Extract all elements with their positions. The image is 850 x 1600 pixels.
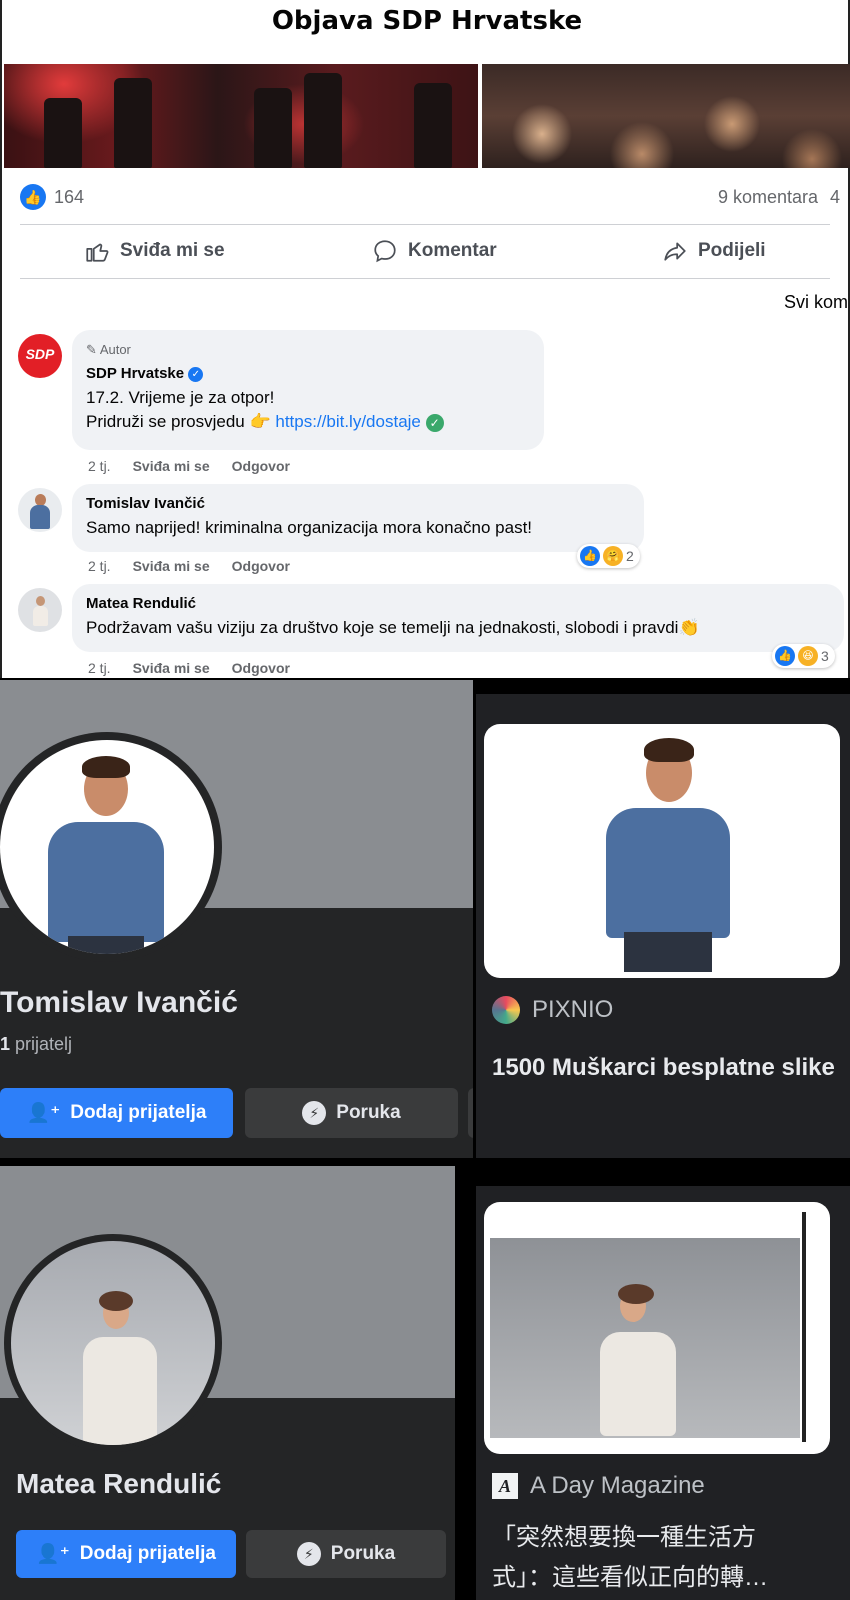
- author-tag-label: Autor: [99, 342, 131, 357]
- friends-count: 1: [0, 1034, 11, 1054]
- sdp-logo: SDP: [25, 346, 55, 362]
- message-label: Poruka: [336, 1102, 401, 1123]
- like-count: 164: [54, 187, 85, 207]
- comment-text: 17.2. Vrijeme je za otpor!: [86, 388, 275, 407]
- avatar[interactable]: [18, 588, 62, 632]
- facebook-post: Objava SDP Hrvatske 👍 164 9 komentara 4 …: [0, 0, 850, 678]
- comment-reply-button[interactable]: Odgovor: [232, 660, 290, 676]
- verified-icon: ✓: [188, 366, 204, 382]
- image-result-pixnio[interactable]: PIXNIO 1500 Muškarci besplatne slike: [476, 694, 850, 1158]
- messenger-icon: ⚡: [302, 1101, 327, 1125]
- share-button-label: Podijeli: [698, 240, 766, 261]
- add-friend-label: Dodaj prijatelja: [79, 1543, 216, 1564]
- comment-like-button[interactable]: Sviđa mi se: [133, 458, 210, 474]
- add-friend-button[interactable]: 👤⁺ Dodaj prijatelja: [16, 1530, 236, 1578]
- comment-like-button[interactable]: Sviđa mi se: [133, 558, 210, 574]
- comment-reply-button[interactable]: Odgovor: [232, 558, 290, 574]
- profile-name: Matea Rendulić: [16, 1468, 222, 1499]
- post-title: Objava SDP Hrvatske: [271, 6, 583, 36]
- comment-bubble: Tomislav Ivančić Samo naprijed! kriminal…: [72, 484, 644, 552]
- share-button[interactable]: Podijeli: [662, 238, 766, 264]
- check-icon: ✓: [425, 413, 444, 432]
- post-photo-right[interactable]: [482, 64, 850, 168]
- comment-link[interactable]: https://bit.ly/dostaje: [275, 412, 421, 431]
- like-button-label: Sviđa mi se: [120, 240, 225, 261]
- comment-meta: 2 tj. Sviđa mi se Odgovor: [88, 558, 290, 574]
- result-source-name: A Day Magazine: [530, 1472, 705, 1499]
- comment-text: Podržavam vašu viziju za društvo koje se…: [86, 618, 700, 637]
- pencil-icon: ✎: [86, 342, 97, 357]
- add-friend-button[interactable]: 👤⁺ Dodaj prijatelja: [0, 1088, 233, 1138]
- result-title[interactable]: 「突然想要換一種生活方式」：這些看似正向的轉…: [492, 1518, 812, 1598]
- add-friend-label: Dodaj prijatelja: [70, 1102, 207, 1123]
- result-thumbnail[interactable]: [484, 724, 840, 978]
- post-actions: Sviđa mi se Komentar Podijeli: [2, 232, 850, 276]
- message-button[interactable]: ⚡ Poruka: [245, 1088, 458, 1138]
- comment-time[interactable]: 2 tj.: [88, 660, 111, 676]
- care-icon: 🤗: [603, 546, 623, 566]
- avatar[interactable]: [18, 488, 62, 532]
- share-icon: [664, 242, 686, 261]
- avatar[interactable]: SDP: [18, 334, 62, 378]
- friends-label: prijatelj: [10, 1034, 73, 1054]
- profile-picture[interactable]: [11, 1241, 215, 1445]
- comment-reactions[interactable]: 👍 🤗 2: [577, 544, 640, 568]
- reaction-count: 3: [821, 648, 829, 664]
- comment-reactions[interactable]: 👍 😆 3: [772, 644, 835, 668]
- profile-friends[interactable]: 1 prijatelj: [0, 1034, 72, 1055]
- comment-author-name[interactable]: Matea Rendulić: [86, 592, 830, 616]
- add-friend-icon: 👤⁺: [36, 1544, 70, 1565]
- like-icon: 👍: [580, 546, 600, 566]
- comment-button[interactable]: Komentar: [372, 238, 497, 264]
- messenger-icon: ⚡: [296, 1542, 321, 1566]
- comment-bubble: Matea Rendulić Podržavam vašu viziju za …: [72, 584, 844, 652]
- message-button[interactable]: ⚡ Poruka: [246, 1530, 446, 1578]
- comment-like-button[interactable]: Sviđa mi se: [133, 660, 210, 676]
- result-source[interactable]: PIXNIO: [492, 996, 613, 1024]
- haha-icon: 😆: [798, 646, 818, 666]
- pixnio-icon: [492, 996, 520, 1024]
- comment-filter[interactable]: Svi kom: [784, 292, 848, 313]
- comment-bubble: ✎ Autor SDP Hrvatske ✓ 17.2. Vrijeme je …: [72, 330, 544, 450]
- more-button[interactable]: [468, 1088, 473, 1138]
- result-source-name: PIXNIO: [532, 996, 614, 1023]
- profile-card-tomislav: Tomislav Ivančić 1 prijatelj 👤⁺ Dodaj pr…: [0, 680, 473, 1158]
- comment-button-label: Komentar: [408, 240, 497, 261]
- comment-icon: [374, 240, 396, 263]
- reaction-count: 2: [626, 548, 634, 564]
- profile-picture[interactable]: [0, 740, 214, 954]
- comment-text-line2: Pridruži se prosvjedu 👉 https://bit.ly/d…: [86, 410, 530, 434]
- post-photo-left[interactable]: [4, 64, 478, 168]
- comment-text: Samo naprijed! kriminalna organizacija m…: [86, 518, 533, 537]
- reactions-summary[interactable]: 👍 164 9 komentara 4: [20, 184, 848, 212]
- comment-reply-button[interactable]: Odgovor: [232, 458, 290, 474]
- image-result-aday[interactable]: A A Day Magazine 「突然想要換一種生活方式」：這些看似正向的轉…: [476, 1186, 850, 1600]
- comment-author-name[interactable]: Tomislav Ivančić: [86, 492, 630, 516]
- comment-meta: 2 tj. Sviđa mi se Odgovor: [88, 458, 290, 474]
- comments-count[interactable]: 9 komentara: [718, 187, 818, 208]
- like-button[interactable]: Sviđa mi se: [84, 238, 225, 264]
- comment-time[interactable]: 2 tj.: [88, 558, 111, 574]
- comment-meta: 2 tj. Sviđa mi se Odgovor: [88, 660, 290, 676]
- profile-card-matea: Matea Rendulić 👤⁺ Dodaj prijatelja ⚡ Por…: [0, 1166, 455, 1600]
- result-thumbnail[interactable]: [484, 1202, 830, 1454]
- profile-name: Tomislav Ivančić: [0, 986, 238, 1019]
- message-label: Poruka: [330, 1543, 396, 1564]
- result-source[interactable]: A A Day Magazine: [492, 1472, 705, 1500]
- comment-author-name: SDP Hrvatske: [86, 365, 185, 382]
- like-icon: [86, 243, 109, 262]
- comment-author[interactable]: SDP Hrvatske ✓: [86, 362, 530, 386]
- comment-time[interactable]: 2 tj.: [88, 458, 111, 474]
- add-friend-icon: 👤⁺: [26, 1103, 61, 1124]
- a-day-magazine-icon: A: [492, 1473, 518, 1499]
- comment-text-prefix: Pridruži se prosvjedu 👉: [86, 412, 276, 431]
- like-icon: 👍: [775, 646, 795, 666]
- author-tag: ✎ Autor: [86, 338, 530, 362]
- shares-count-cut: 4: [830, 187, 841, 207]
- like-icon: 👍: [20, 184, 46, 210]
- result-title[interactable]: 1500 Muškarci besplatne slike: [492, 1048, 842, 1088]
